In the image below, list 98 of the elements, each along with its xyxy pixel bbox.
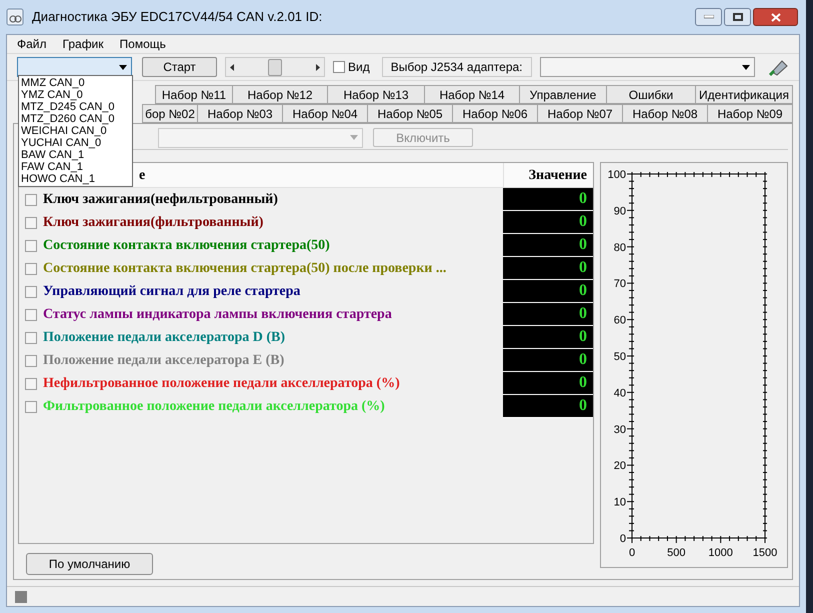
tab[interactable]: Набор №08 [622, 104, 708, 123]
dropdown-option[interactable]: BAW CAN_1 [19, 149, 132, 161]
tab[interactable]: Набор №09 [707, 104, 793, 123]
caret-icon [350, 135, 358, 140]
dropdown[interactable] [158, 128, 363, 148]
maximize-icon [732, 13, 742, 21]
dropdown-option[interactable]: FAW CAN_1 [19, 161, 132, 173]
usb-adapter-icon[interactable] [768, 58, 788, 76]
dropdown-option[interactable]: MTZ_D260 CAN_0 [19, 113, 132, 125]
close-button[interactable] [753, 8, 798, 26]
right-arrow-icon[interactable] [316, 64, 320, 70]
dropdown-option[interactable]: MTZ_D245 CAN_0 [19, 101, 132, 113]
signal-name: Состояние контакта включения стартера(50) после проверки ... [43, 260, 446, 278]
value-cell: 0 [503, 234, 593, 257]
value-cell: 0 [503, 280, 593, 303]
axis-label: 1000 [708, 547, 733, 559]
checkbox[interactable] [25, 400, 37, 412]
dropdown-option[interactable]: WEICHAI CAN_0 [19, 125, 132, 137]
axis-label: 50 [614, 351, 626, 363]
axis-label: 1500 [752, 547, 778, 559]
tab[interactable]: Набор №06 [452, 104, 538, 123]
axis-label: 60 [614, 314, 626, 327]
checkbox[interactable] [25, 354, 37, 366]
signal-name: Ключ зажигания(фильтрованный) [43, 214, 264, 232]
dropdown-option[interactable]: YMZ CAN_0 [19, 89, 132, 101]
axis-label: 500 [667, 547, 686, 559]
minimize-icon [704, 15, 714, 19]
signal-name: Положение педали акселератора E (B) [43, 352, 284, 370]
value-cell: 0 [503, 303, 593, 326]
adapter-dropdown[interactable] [540, 57, 754, 77]
tab[interactable]: Набор №07 [537, 104, 623, 123]
tab[interactable]: Набор №13 [327, 85, 425, 104]
value-cell: 0 [503, 188, 593, 211]
value-cell: 0 [503, 395, 593, 418]
close-icon [770, 12, 780, 22]
tab[interactable]: Набор №14 [424, 85, 520, 104]
signal-name: Положение педали акселератора D (B) [43, 329, 286, 347]
checkbox[interactable] [25, 216, 37, 228]
checkbox[interactable] [25, 332, 37, 344]
signal-name: Фильтрованное положение педали акселлератора (%) [43, 398, 385, 416]
value-cell: 0 [503, 257, 593, 280]
axis-label: 10 [614, 496, 626, 509]
column-header: Значение [528, 166, 587, 184]
start-button[interactable]: Старт [142, 57, 217, 77]
tab[interactable]: Идентификация [695, 85, 793, 104]
view-label: Вид [348, 59, 370, 76]
axis-label: 20 [614, 460, 626, 472]
maximize-button[interactable] [724, 8, 751, 26]
value-cell: 0 [503, 211, 593, 234]
tab[interactable]: Управление [519, 85, 607, 104]
signal-name: Ключ зажигания(нефильтрованный) [43, 191, 278, 209]
checkbox[interactable] [25, 308, 37, 320]
tab[interactable]: Набор №04 [282, 104, 368, 123]
slider-thumb[interactable] [268, 58, 282, 76]
app-icon [6, 8, 24, 26]
axis-label: 0 [628, 547, 636, 559]
tab[interactable]: Ошибки [606, 85, 696, 104]
column-header: е [139, 166, 146, 184]
value-cell: 0 [503, 372, 593, 395]
adapter-label: Выбор J2534 адаптера: [390, 59, 522, 76]
checkbox[interactable] [25, 240, 37, 252]
checkbox[interactable] [25, 262, 37, 274]
axis-label: 90 [614, 205, 626, 218]
tab[interactable]: Набор №12 [232, 85, 328, 104]
minimize-button[interactable] [695, 8, 722, 26]
protocol-dropdown[interactable] [17, 57, 132, 77]
axis-label: 70 [614, 278, 626, 290]
caret-icon [119, 64, 127, 70]
signal-name: Управляющий сигнал для реле стартера [43, 283, 300, 301]
menu-item[interactable]: График [62, 35, 104, 53]
checkbox[interactable] [25, 378, 37, 390]
checkbox[interactable] [25, 194, 37, 206]
axis-label: 30 [614, 424, 626, 436]
default-button[interactable]: По умолчанию [26, 553, 153, 575]
dropdown-option[interactable]: YUCHAI CAN_0 [19, 137, 132, 149]
window-title: Диагностика ЭБУ EDC17CV44/54 CAN v.2.01 ID: [32, 8, 322, 26]
menu-item[interactable]: Помощь [120, 35, 166, 53]
view-checkbox[interactable] [333, 61, 345, 73]
left-arrow-icon[interactable] [230, 64, 234, 70]
menu-item[interactable]: Файл [17, 35, 47, 53]
checkbox[interactable] [25, 286, 37, 298]
signal-name: Состояние контакта включения стартера(50) [43, 237, 330, 255]
caret-icon [742, 64, 750, 70]
tab[interactable]: Набор №05 [367, 104, 453, 123]
dropdown-option[interactable]: HOWO CAN_1 [19, 173, 132, 185]
status-indicator [15, 590, 27, 602]
axis-label: 100 [608, 169, 626, 181]
dropdown-option[interactable]: MMZ CAN_0 [19, 77, 132, 89]
signal-name: Нефильтрованное положение педали акселлератора (%) [43, 375, 400, 393]
tab[interactable]: бор №02 [142, 104, 198, 123]
axis-label: 40 [614, 387, 626, 400]
value-cell: 0 [503, 326, 593, 349]
value-cell: 0 [503, 349, 593, 372]
tab[interactable]: Набор №03 [197, 104, 283, 123]
signal-name: Статус лампы индикатора лампы включения стартера [43, 306, 392, 324]
axis-label: 80 [614, 242, 626, 254]
axis-label: 0 [620, 533, 626, 545]
tab[interactable]: Набор №11 [155, 85, 233, 104]
